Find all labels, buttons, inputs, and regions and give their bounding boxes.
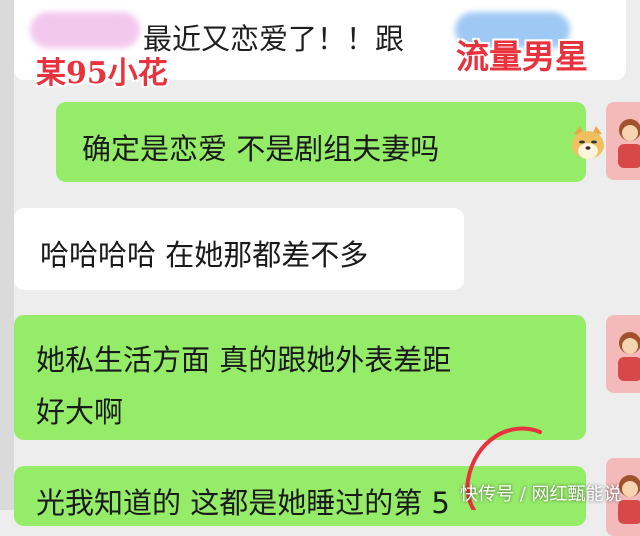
message-text-4: 光我知道的 这都是她睡过的第 5 <box>36 486 450 520</box>
message-text-3-line1: 她私生活方面 真的跟她外表差距 <box>36 343 452 377</box>
watermark: 快传号 / 网红甄能说 <box>460 484 622 505</box>
message-text-top: 最近又恋爱了！！跟 <box>143 22 405 56</box>
overlay-label-right: 流量男星 <box>456 37 588 76</box>
avatar-figure-icon <box>618 119 640 168</box>
overlay-label-left: 某95小花 <box>36 56 168 91</box>
message-bubble-outgoing-1[interactable]: 确定是恋爱 不是剧组夫妻吗 <box>56 102 604 182</box>
doge-icon <box>572 126 604 159</box>
blurred-name-left <box>30 12 140 48</box>
avatar-figure-icon <box>618 332 640 381</box>
left-strip <box>0 0 14 510</box>
avatar[interactable] <box>606 102 640 180</box>
chat-area: 最近又恋爱了！！跟 某95小花 流量男星 确定是恋爱 不是剧组夫妻吗 哈哈哈哈 … <box>0 0 640 536</box>
message-text-3-line2: 好大啊 <box>36 395 124 429</box>
avatar[interactable] <box>606 315 640 393</box>
message-text-1: 确定是恋爱 不是剧组夫妻吗 <box>82 132 440 166</box>
message-text-2: 哈哈哈哈 在她那都差不多 <box>40 238 369 272</box>
message-bubble-incoming-2[interactable]: 哈哈哈哈 在她那都差不多 <box>14 208 464 290</box>
